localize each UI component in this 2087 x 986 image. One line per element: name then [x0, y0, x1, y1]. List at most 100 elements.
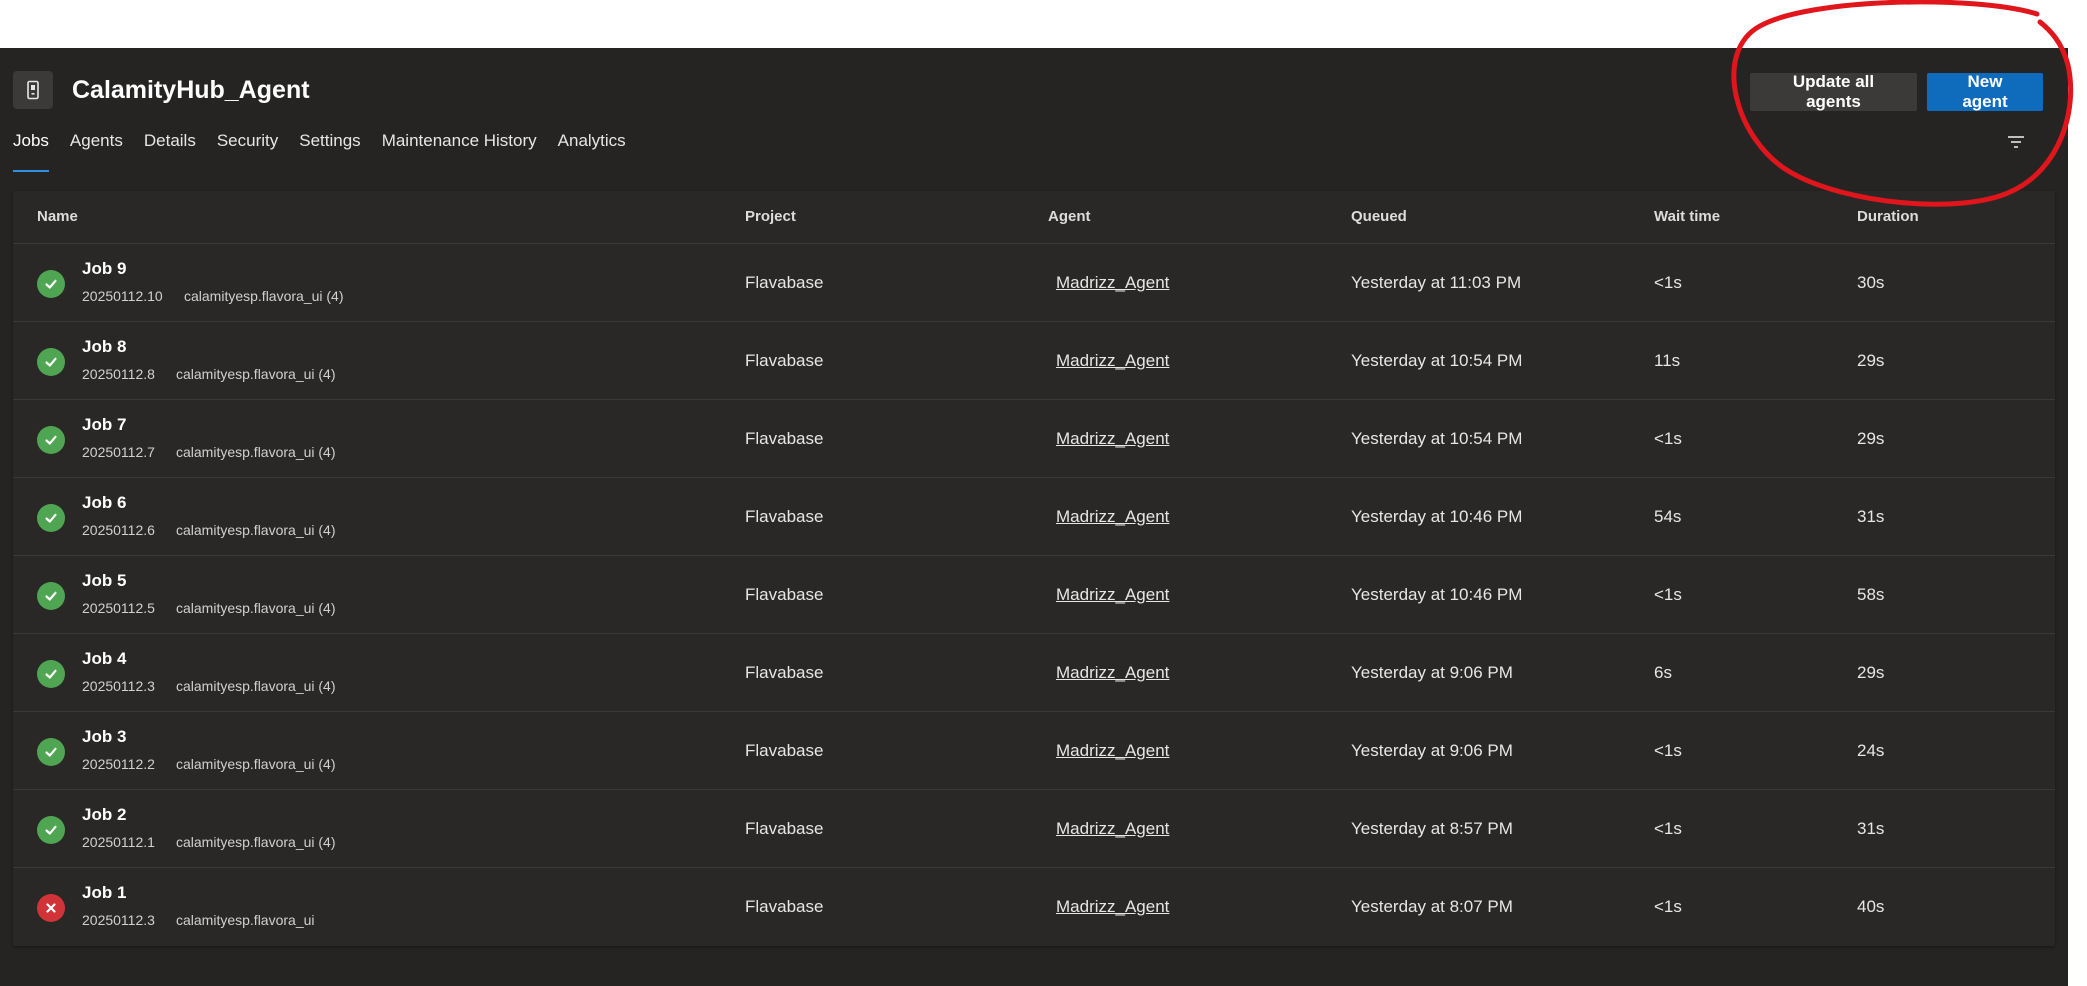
- tab-agents[interactable]: Agents: [70, 128, 123, 166]
- column-header-agent[interactable]: Agent: [1048, 208, 1091, 225]
- table-row[interactable]: Job 2 20250112.1 calamityesp.flavora_ui (4…: [13, 790, 2055, 868]
- cell-queued: Yesterday at 10:46 PM: [1351, 507, 1523, 526]
- cell-wait: <1s: [1654, 273, 1682, 292]
- agent-link[interactable]: Madrizz_Agent: [1056, 819, 1169, 839]
- success-check-icon: [37, 816, 65, 844]
- cell-queued: Yesterday at 9:06 PM: [1351, 741, 1513, 760]
- success-check-icon: [37, 582, 65, 610]
- table-header: Name Project Agent Queued Wait time Dura…: [13, 191, 2055, 244]
- cell-duration: 40s: [1857, 897, 1885, 916]
- agent-pool-icon: [13, 71, 53, 109]
- cell-project: Flavabase: [745, 507, 824, 526]
- cell-wait: <1s: [1654, 897, 1682, 916]
- column-header-project[interactable]: Project: [745, 208, 796, 225]
- tab-security[interactable]: Security: [217, 128, 278, 166]
- table-row[interactable]: Job 5 20250112.5 calamityesp.flavora_ui (4…: [13, 556, 2055, 634]
- job-pipeline: calamityesp.flavora_ui (4): [176, 444, 336, 460]
- job-pipeline: calamityesp.flavora_ui (4): [176, 522, 336, 538]
- tab-settings[interactable]: Settings: [299, 128, 360, 166]
- agent-link[interactable]: Madrizz_Agent: [1056, 429, 1169, 449]
- job-pipeline: calamityesp.flavora_ui (4): [184, 288, 344, 304]
- column-header-queued[interactable]: Queued: [1351, 208, 1407, 225]
- table-row[interactable]: Job 9 20250112.10 calamityesp.flavora_ui (…: [13, 244, 2055, 322]
- table-row[interactable]: Job 8 20250112.8 calamityesp.flavora_ui (4…: [13, 322, 2055, 400]
- cell-queued: Yesterday at 10:54 PM: [1351, 429, 1523, 448]
- cell-duration: 29s: [1857, 663, 1885, 682]
- table-row[interactable]: Job 3 20250112.2 calamityesp.flavora_ui (4…: [13, 712, 2055, 790]
- cell-wait: <1s: [1654, 429, 1682, 448]
- failed-x-icon: [37, 894, 65, 922]
- cell-duration: 31s: [1857, 819, 1885, 838]
- job-pipeline: calamityesp.flavora_ui: [176, 912, 315, 928]
- column-header-wait-time[interactable]: Wait time: [1654, 208, 1720, 225]
- job-name[interactable]: Job 5: [82, 571, 126, 591]
- cell-queued: Yesterday at 9:06 PM: [1351, 663, 1513, 682]
- column-header-name[interactable]: Name: [37, 208, 78, 225]
- table-body: Job 9 20250112.10 calamityesp.flavora_ui (…: [13, 244, 2055, 945]
- cell-queued: Yesterday at 8:57 PM: [1351, 819, 1513, 838]
- success-check-icon: [37, 660, 65, 688]
- job-build-number: 20250112.6: [82, 522, 155, 538]
- cell-duration: 29s: [1857, 429, 1885, 448]
- job-name[interactable]: Job 3: [82, 727, 126, 747]
- job-pipeline: calamityesp.flavora_ui (4): [176, 756, 336, 772]
- job-build-number: 20250112.2: [82, 756, 155, 772]
- cell-wait: <1s: [1654, 585, 1682, 604]
- agent-link[interactable]: Madrizz_Agent: [1056, 741, 1169, 761]
- job-name[interactable]: Job 6: [82, 493, 126, 513]
- agent-link[interactable]: Madrizz_Agent: [1056, 897, 1169, 917]
- table-row[interactable]: Job 4 20250112.3 calamityesp.flavora_ui (4…: [13, 634, 2055, 712]
- agent-link[interactable]: Madrizz_Agent: [1056, 273, 1169, 293]
- new-agent-button[interactable]: New agent: [1927, 72, 2043, 111]
- job-name[interactable]: Job 7: [82, 415, 126, 435]
- job-pipeline: calamityesp.flavora_ui (4): [176, 600, 336, 616]
- table-row[interactable]: Job 1 20250112.3 calamityesp.flavora_ui Fla…: [13, 868, 2055, 945]
- job-name[interactable]: Job 1: [82, 883, 126, 903]
- update-all-agents-button[interactable]: Update all agents: [1750, 72, 1917, 111]
- cell-project: Flavabase: [745, 429, 824, 448]
- cell-duration: 58s: [1857, 585, 1885, 604]
- tab-jobs[interactable]: Jobs: [13, 128, 49, 172]
- success-check-icon: [37, 738, 65, 766]
- page-title: CalamityHub_Agent: [72, 75, 310, 104]
- job-build-number: 20250112.3: [82, 678, 155, 694]
- filter-icon[interactable]: [2006, 132, 2026, 152]
- agent-link[interactable]: Madrizz_Agent: [1056, 585, 1169, 605]
- cell-duration: 30s: [1857, 273, 1885, 292]
- agent-pool-page: CalamityHub_Agent Update all agents New …: [0, 48, 2068, 986]
- tab-maintenance-history[interactable]: Maintenance History: [382, 128, 537, 166]
- job-name[interactable]: Job 2: [82, 805, 126, 825]
- tab-details[interactable]: Details: [144, 128, 196, 166]
- job-name[interactable]: Job 9: [82, 259, 126, 279]
- job-build-number: 20250112.10: [82, 288, 163, 304]
- cell-project: Flavabase: [745, 273, 824, 292]
- agent-link[interactable]: Madrizz_Agent: [1056, 507, 1169, 527]
- column-header-duration[interactable]: Duration: [1857, 208, 1919, 225]
- job-pipeline: calamityesp.flavora_ui (4): [176, 366, 336, 382]
- success-check-icon: [37, 426, 65, 454]
- cell-queued: Yesterday at 11:03 PM: [1351, 273, 1522, 292]
- cell-duration: 31s: [1857, 507, 1885, 526]
- cell-duration: 29s: [1857, 351, 1885, 370]
- agent-link[interactable]: Madrizz_Agent: [1056, 663, 1169, 683]
- agent-link[interactable]: Madrizz_Agent: [1056, 351, 1169, 371]
- job-build-number: 20250112.3: [82, 912, 155, 928]
- cell-wait: 11s: [1654, 351, 1681, 370]
- job-name[interactable]: Job 4: [82, 649, 126, 669]
- job-name[interactable]: Job 8: [82, 337, 126, 357]
- cell-project: Flavabase: [745, 351, 824, 370]
- cell-duration: 24s: [1857, 741, 1885, 760]
- success-check-icon: [37, 270, 65, 298]
- job-build-number: 20250112.7: [82, 444, 155, 460]
- cell-project: Flavabase: [745, 897, 824, 916]
- cell-queued: Yesterday at 10:46 PM: [1351, 585, 1523, 604]
- cell-wait: 54s: [1654, 507, 1682, 526]
- job-build-number: 20250112.5: [82, 600, 155, 616]
- cell-project: Flavabase: [745, 819, 824, 838]
- jobs-table: Name Project Agent Queued Wait time Dura…: [13, 191, 2055, 946]
- tab-analytics[interactable]: Analytics: [558, 128, 626, 166]
- table-row[interactable]: Job 6 20250112.6 calamityesp.flavora_ui (4…: [13, 478, 2055, 556]
- page-header: CalamityHub_Agent: [13, 71, 310, 109]
- cell-project: Flavabase: [745, 585, 824, 604]
- table-row[interactable]: Job 7 20250112.7 calamityesp.flavora_ui (4…: [13, 400, 2055, 478]
